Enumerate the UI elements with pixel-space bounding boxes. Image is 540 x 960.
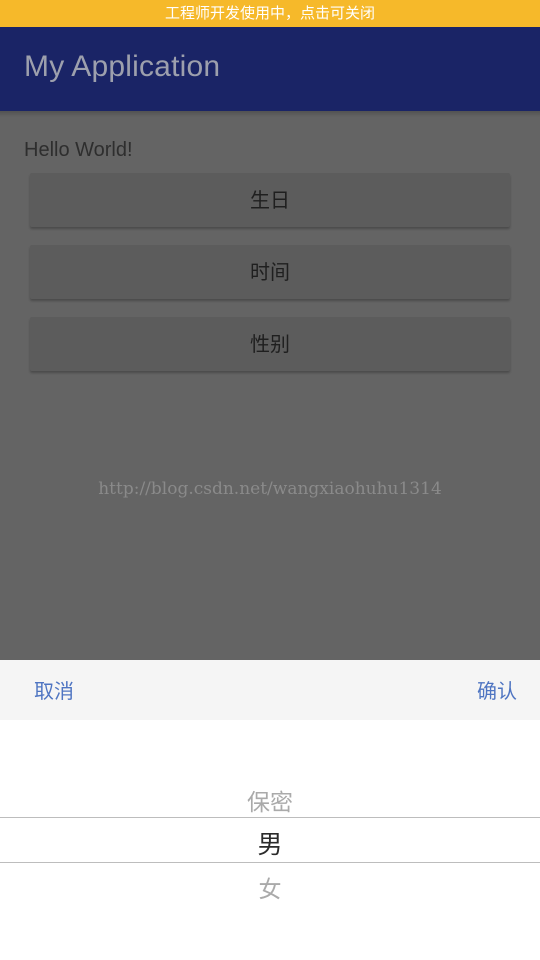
dev-mode-banner[interactable]: 工程师开发使用中，点击可关闭 (0, 0, 540, 27)
content-area-dimmed[interactable]: Hello World! 生日 时间 性别 http://blog.csdn.n… (0, 111, 540, 660)
picker-option[interactable]: 女 (0, 870, 540, 904)
picker-option[interactable]: 保密 (0, 783, 540, 817)
hello-text: Hello World! (24, 139, 133, 161)
time-button[interactable]: 时间 (30, 245, 510, 299)
gender-button[interactable]: 性别 (30, 317, 510, 371)
picker-selection-line-bottom (0, 862, 540, 863)
picker-option-selected[interactable]: 男 (0, 825, 540, 861)
watermark-url: http://blog.csdn.net/wangxiaohuhu1314 (98, 479, 442, 499)
app-title: My Application (24, 50, 221, 83)
picker-cancel-button[interactable]: 取消 (34, 660, 74, 722)
birthday-button[interactable]: 生日 (30, 173, 510, 227)
picker-toolbar: 取消 确认 (0, 660, 540, 720)
picker-selection-line-top (0, 817, 540, 818)
app-bar: My Application (0, 27, 540, 111)
gender-picker-wheel[interactable]: 保密 男 女 (0, 720, 540, 960)
picker-confirm-button[interactable]: 确认 (477, 660, 517, 722)
